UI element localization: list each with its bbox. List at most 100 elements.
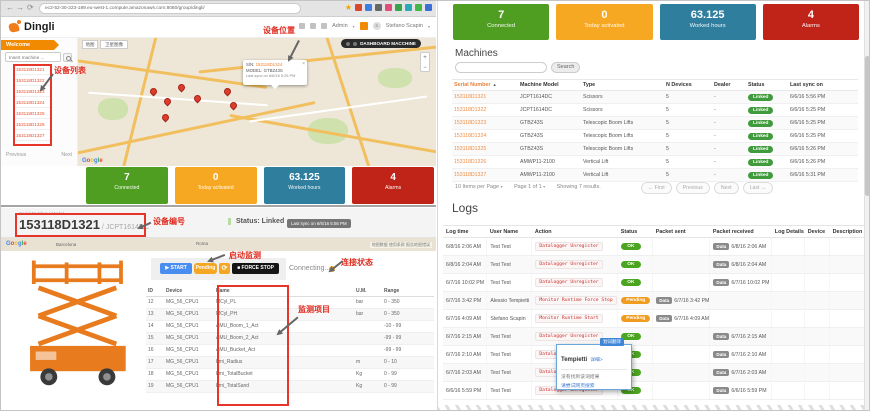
monitor-row[interactable]: 15MG_56_CPU1AMU_Boom_2_Act-99 - 99 xyxy=(146,332,434,344)
logs-col-header[interactable]: Log Details xyxy=(772,226,805,238)
data-badge[interactable]: Data xyxy=(713,261,729,268)
machines-search-button[interactable]: Search xyxy=(551,62,580,73)
next-page-button[interactable]: Next xyxy=(714,182,739,194)
search-icon[interactable] xyxy=(63,53,72,62)
scrollbar[interactable] xyxy=(864,1,870,411)
dashboard-macchine-badge[interactable]: DASHBOARD MACCHINE xyxy=(341,39,421,48)
logs-col-header[interactable]: Packet sent xyxy=(653,226,710,238)
machine-search-input[interactable] xyxy=(5,52,61,62)
data-badge[interactable]: Data xyxy=(713,387,729,394)
data-badge[interactable]: Data xyxy=(713,333,729,340)
dingli-logo[interactable]: Dingli xyxy=(8,19,55,33)
log-row[interactable]: 6/7/16 10:02 PMTest TestDatalogger Unreg… xyxy=(443,274,867,292)
map-marker[interactable] xyxy=(223,87,233,97)
machine-serial-link[interactable]: 153118D1326 xyxy=(454,159,486,165)
machines-col-header[interactable]: Type xyxy=(581,80,664,91)
machine-row[interactable]: 153118D1325GTBZ43STelescopic Boom Lifts5… xyxy=(452,143,858,156)
monitor-row[interactable]: 16MG_56_CPU1AMU_Bucket_Act-99 - 99 xyxy=(146,344,434,356)
machine-row[interactable]: 153118D1326AMWP11-2100Vertical Lift5-Lin… xyxy=(452,156,858,169)
translate-detail-link[interactable]: 详细> xyxy=(590,358,602,363)
map-marker[interactable] xyxy=(149,87,159,97)
last-page-button[interactable]: Last → xyxy=(743,182,773,194)
machine-serial-link[interactable]: 153118D1322 xyxy=(454,107,486,113)
previous-page-button[interactable]: Previous xyxy=(676,182,710,194)
extension-icon[interactable] xyxy=(365,4,372,11)
monitor-row[interactable]: 13MG_56_CPU1MCyl_PHbar0 - 350 xyxy=(146,308,434,320)
machines-col-header[interactable]: Machine Model xyxy=(518,80,581,91)
start-button[interactable]: ▶ START xyxy=(160,263,192,274)
logs-col-header[interactable]: Status xyxy=(618,226,653,238)
monitor-row[interactable]: 18MG_56_CPU1Lmi_TotalBucketKg0 - 99 xyxy=(146,368,434,380)
sidebar-machine-item[interactable]: 153118D1326 xyxy=(14,119,51,130)
map-marker[interactable] xyxy=(193,94,203,104)
logs-col-header[interactable]: Device xyxy=(805,226,830,238)
logs-col-header[interactable]: Description xyxy=(830,226,867,238)
log-row[interactable]: 6/8/16 2:04 AMTest TestDatalogger Unregi… xyxy=(443,256,867,274)
logs-col-header[interactable]: User Name xyxy=(487,226,532,238)
log-row[interactable]: 6/7/16 2:03 AMTest TestDatalogger Unregi… xyxy=(443,364,867,382)
monitor-row[interactable]: 17MG_56_CPU1Lmi_Radiusm0 - 10 xyxy=(146,356,434,368)
machine-row[interactable]: 153118D1322JCPT1614DCScissors5-Linked6/6… xyxy=(452,104,858,117)
map-marker[interactable] xyxy=(177,83,187,93)
extension-icon[interactable] xyxy=(395,4,402,11)
machines-col-header[interactable]: Dealer xyxy=(712,80,746,91)
extension-icon[interactable] xyxy=(355,4,362,11)
browser-reload-icon[interactable]: ⟳ xyxy=(27,3,34,12)
extension-icon[interactable] xyxy=(375,4,382,11)
logs-col-header[interactable]: Packet received xyxy=(710,226,772,238)
extension-icon[interactable] xyxy=(425,4,432,11)
bookmark-star-icon[interactable]: ★ xyxy=(345,4,352,11)
machines-col-header[interactable]: Serial Number▲ xyxy=(452,80,518,91)
satellite-type-button[interactable]: 卫星图像 xyxy=(100,40,128,49)
data-badge[interactable]: Data xyxy=(656,297,672,304)
header-chart-icon[interactable] xyxy=(321,23,327,29)
items-per-page-select[interactable]: 10 Items per Page ▾ xyxy=(455,184,503,190)
machine-serial-link[interactable]: 153118D1323 xyxy=(454,120,486,126)
notification-badge[interactable] xyxy=(360,22,368,30)
machine-row[interactable]: 153118D1321JCPT1614DCScissors5-Linked6/6… xyxy=(452,91,858,104)
sidebar-machine-item[interactable]: 153118D1321 xyxy=(14,64,51,75)
map-zoom-control[interactable]: +− xyxy=(420,52,430,72)
logs-col-header[interactable]: Log time xyxy=(443,226,487,238)
log-row[interactable]: 6/7/16 2:15 AMTest TestDatalogger Unregi… xyxy=(443,328,867,346)
machine-serial-link[interactable]: 153118D1325 xyxy=(454,146,486,152)
log-row[interactable]: 6/7/16 3:42 PMAlessio TempiettiMonitor R… xyxy=(443,292,867,310)
machines-col-header[interactable]: Last sync on xyxy=(788,80,858,91)
data-badge[interactable]: Data xyxy=(656,315,672,322)
monitor-row[interactable]: 12MG_56_CPU1MCyl_PLbar0 - 350 xyxy=(146,296,434,308)
map-type-button[interactable]: 地图 xyxy=(82,40,98,49)
machine-row[interactable]: 153118D1323GTBZ43STelescopic Boom Lifts5… xyxy=(452,117,858,130)
refresh-button[interactable]: ⟳ xyxy=(219,263,230,274)
sidebar-machine-item[interactable]: 153118D1327 xyxy=(14,130,51,141)
page-select[interactable]: Page 1 of 1 ▾ xyxy=(514,184,545,190)
data-badge[interactable]: Data xyxy=(713,351,729,358)
sidebar-previous-link[interactable]: Previous xyxy=(6,152,26,158)
header-phone-icon[interactable] xyxy=(299,23,305,29)
browser-back-icon[interactable]: ← xyxy=(6,3,14,12)
sidebar-machine-item[interactable]: 153118D1325 xyxy=(14,108,51,119)
admin-menu[interactable]: Admin xyxy=(332,23,348,29)
sidebar-machine-item[interactable]: 153118D1324 xyxy=(14,97,51,108)
translate-web-search-link[interactable]: 请尝试网页搜索 xyxy=(561,382,627,389)
log-row[interactable]: 6/7/16 4:09 AMStefano ScapinMonitor Runt… xyxy=(443,310,867,328)
mini-map-strip[interactable]: Google Barcelona Roma 地图数据 使用条款 报告地图错误 xyxy=(1,238,436,251)
map-marker[interactable] xyxy=(161,113,171,123)
infowindow-serial-link[interactable]: 153118D1324 xyxy=(256,62,283,67)
logs-col-header[interactable]: Action xyxy=(532,226,618,238)
force-stop-button[interactable]: ■ FORCE STOP xyxy=(232,263,279,274)
address-bar[interactable]: ec2-52-30-223-189.eu-west-1.compute.amaz… xyxy=(39,3,301,14)
close-icon[interactable]: × xyxy=(302,61,305,67)
monitor-row[interactable]: 19MG_56_CPU1Lmi_TotalSandKg0 - 99 xyxy=(146,380,434,392)
machines-search-input[interactable] xyxy=(455,62,547,73)
data-badge[interactable]: Data xyxy=(713,279,729,286)
machine-row[interactable]: 153118D1324GTBZ43STelescopic Boom Lifts5… xyxy=(452,130,858,143)
browser-forward-icon[interactable]: → xyxy=(16,3,24,12)
machine-row[interactable]: 153118D1327AMWP11-2100Vertical Lift5-Lin… xyxy=(452,169,858,182)
extension-icon[interactable] xyxy=(385,4,392,11)
machines-col-header[interactable]: Status xyxy=(746,80,788,91)
machine-serial-link[interactable]: 153118D1324 xyxy=(454,133,486,139)
data-badge[interactable]: Data xyxy=(713,369,729,376)
log-row[interactable]: 6/6/16 5:59 PMTest TestDatalogger Unregi… xyxy=(443,382,867,400)
log-row[interactable]: 6/8/16 2:06 AMTest TestDatalogger Unregi… xyxy=(443,238,867,256)
data-badge[interactable]: Data xyxy=(713,243,729,250)
